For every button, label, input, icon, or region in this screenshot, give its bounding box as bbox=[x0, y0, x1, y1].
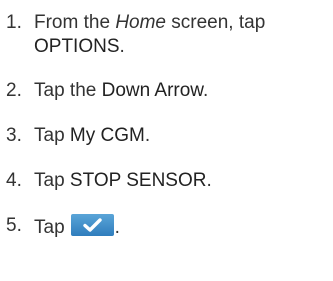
step-text: Tap STOP SENSOR. bbox=[34, 169, 333, 192]
option-label-stop-sensor: STOP SENSOR bbox=[69, 170, 207, 191]
screen-name-home: Home bbox=[115, 12, 166, 33]
step-number: 2. bbox=[6, 80, 22, 101]
step-text: Tap. bbox=[34, 214, 333, 239]
step-text-segment: screen, tap bbox=[166, 12, 266, 33]
step-text-segment: Tap bbox=[34, 125, 70, 146]
step-text: OPTIONS. bbox=[34, 35, 333, 58]
checkmark-icon bbox=[82, 218, 102, 232]
option-label-my-cgm: My CGM bbox=[69, 125, 145, 146]
step-text: Tap My CGM. bbox=[34, 124, 333, 147]
step-text-segment: . bbox=[206, 170, 212, 191]
step-text-segment: . bbox=[144, 125, 151, 146]
step-text-segment: Tap the bbox=[34, 80, 102, 101]
step-number: 3. bbox=[6, 125, 22, 146]
step-number: 1. bbox=[6, 12, 22, 33]
step-text-segment: From the bbox=[34, 12, 116, 33]
step-text-segment: . bbox=[114, 217, 120, 238]
step-text-segment: Tap bbox=[34, 217, 65, 238]
step-number: 5. bbox=[6, 215, 22, 236]
step-text-segment: . bbox=[202, 80, 209, 101]
step-text-segment: Tap bbox=[34, 170, 70, 191]
option-label-options: OPTIONS bbox=[34, 36, 120, 57]
step-text: Tap the Down Arrow. bbox=[34, 79, 333, 102]
checkmark-button-icon bbox=[70, 214, 114, 236]
option-label-down-arrow: Down Arrow bbox=[101, 80, 203, 101]
step-number: 4. bbox=[6, 170, 22, 191]
step-text-segment: . bbox=[119, 36, 125, 57]
step-text: From the Home screen, tap bbox=[34, 11, 333, 34]
